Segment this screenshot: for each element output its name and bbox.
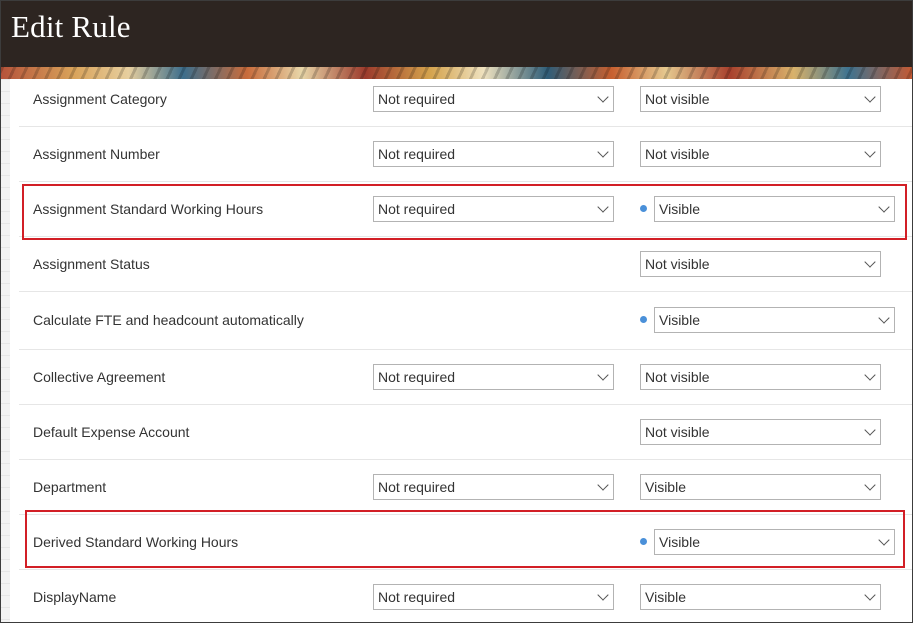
required-select-value: Not required	[378, 478, 456, 495]
chevron-down-icon	[864, 145, 876, 158]
chevron-down-icon	[864, 423, 876, 436]
visibility-select[interactable]: Visible	[654, 195, 895, 222]
chevron-down-icon	[864, 588, 876, 601]
visibility-select[interactable]: Not visible	[640, 85, 881, 112]
field-label: DisplayName	[33, 588, 117, 605]
page-header: Edit Rule	[1, 1, 912, 67]
visibility-select-value: Visible	[659, 533, 700, 550]
visibility-select-value: Visible	[659, 312, 700, 328]
changed-indicator-dot	[640, 316, 647, 323]
required-select-value: Not required	[378, 200, 456, 217]
table-row: Department Not required Visible	[19, 459, 912, 515]
required-select-value: Not required	[378, 90, 456, 107]
table-row: Collective Agreement Not required Not visi…	[19, 349, 912, 405]
visibility-select[interactable]: Visible	[654, 307, 895, 333]
required-select-value: Not required	[378, 368, 456, 385]
visibility-select-value: Not visible	[645, 90, 710, 107]
visibility-select-value: Not visible	[645, 145, 710, 162]
field-label: Assignment Status	[33, 255, 150, 272]
chevron-down-icon	[597, 90, 609, 103]
required-select[interactable]: Not required	[373, 363, 614, 390]
field-label: Default Expense Account	[33, 423, 190, 440]
required-select[interactable]: Not required	[373, 583, 614, 610]
table-row: Derived Standard Working Hours Visible	[19, 514, 912, 570]
required-select-value: Not required	[378, 588, 456, 605]
changed-indicator-dot	[640, 204, 647, 212]
table-row: Assignment Status Not visible	[19, 236, 912, 292]
chevron-down-icon	[878, 533, 890, 546]
table-row: Calculate FTE and headcount automaticall…	[19, 291, 912, 350]
field-label: Assignment Number	[33, 145, 160, 162]
visibility-select-value: Visible	[645, 588, 686, 605]
table-row: Assignment Standard Working Hours Not req…	[19, 181, 912, 237]
visibility-select-value: Visible	[659, 200, 700, 217]
visibility-select-value: Not visible	[645, 255, 710, 272]
field-label: Collective Agreement	[33, 368, 166, 385]
visibility-select[interactable]: Not visible	[640, 140, 881, 167]
table-row: Assignment Number Not required Not visible	[19, 126, 912, 182]
chevron-down-icon	[864, 255, 876, 268]
required-select[interactable]: Not required	[373, 473, 614, 500]
visibility-select[interactable]: Visible	[654, 528, 895, 555]
page-title: Edit Rule	[11, 9, 131, 44]
chevron-down-icon	[597, 588, 609, 601]
chevron-down-icon	[597, 478, 609, 491]
required-select[interactable]: Not required	[373, 85, 614, 112]
chevron-down-icon	[878, 312, 890, 324]
chevron-down-icon	[864, 90, 876, 103]
chevron-down-icon	[864, 478, 876, 491]
required-select-value: Not required	[378, 145, 456, 162]
changed-indicator-dot	[640, 537, 647, 545]
field-label: Assignment Category	[33, 90, 167, 107]
chevron-down-icon	[597, 200, 609, 213]
chevron-down-icon	[597, 368, 609, 381]
visibility-select-value: Not visible	[645, 423, 710, 440]
chevron-down-icon	[864, 368, 876, 381]
edit-rule-window: Edit Rule Assignment Category Not require…	[0, 0, 913, 623]
visibility-select[interactable]: Not visible	[640, 363, 881, 390]
field-label: Assignment Standard Working Hours	[33, 200, 264, 217]
visibility-select-value: Visible	[645, 478, 686, 495]
visibility-select[interactable]: Not visible	[640, 418, 881, 445]
chevron-down-icon	[597, 145, 609, 158]
table-row: Assignment Category Not required Not visib…	[19, 71, 912, 127]
required-select[interactable]: Not required	[373, 140, 614, 167]
field-label: Calculate FTE and headcount automaticall…	[33, 312, 304, 328]
left-rail	[1, 79, 10, 622]
visibility-select-value: Not visible	[645, 368, 710, 385]
visibility-select[interactable]: Not visible	[640, 250, 881, 277]
field-label: Derived Standard Working Hours	[33, 533, 239, 550]
chevron-down-icon	[878, 200, 890, 213]
table-row: Default Expense Account Not visible	[19, 404, 912, 460]
visibility-select[interactable]: Visible	[640, 583, 881, 610]
required-select[interactable]: Not required	[373, 195, 614, 222]
visibility-select[interactable]: Visible	[640, 473, 881, 500]
table-row: DisplayName Not required Visible	[19, 569, 912, 622]
field-label: Department	[33, 478, 107, 495]
